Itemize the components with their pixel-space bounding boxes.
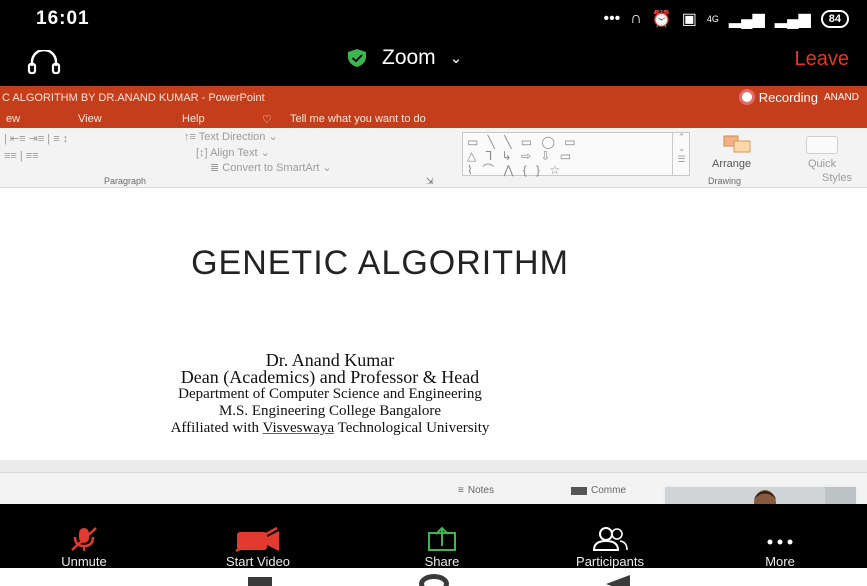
chevron-down-icon: ⌄ [449, 50, 463, 67]
leave-button[interactable]: Leave [795, 48, 850, 71]
signal-icon: ▂▄▆ [728, 11, 765, 28]
menu-review-partial[interactable]: ew [6, 113, 20, 125]
powerpoint-ribbon: | ⇤≡ ⇥≡ | ≡ ↕ ≡≡ | ≡≡ ↑≡ Text Direction … [0, 128, 867, 188]
status-time: 16:01 [36, 8, 90, 29]
author-position: Dean (Academics) and Professor & Head [180, 367, 480, 387]
notes-label: Notes [467, 485, 494, 496]
affiliation-prefix: Affiliated with [170, 420, 263, 436]
author-department: Department of Computer Science and Engin… [178, 386, 482, 402]
menu-help[interactable]: Help [182, 113, 205, 125]
shapes-gallery[interactable]: ▭ ╲ ╲ ▭ ◯ ▭ △ ⅂ ↳ ⇨ ⇩ ▭ ⌇ ⌒ ⋀ { } ☆ [462, 132, 690, 177]
shapes-row: ▭ ╲ ╲ ▭ ◯ ▭ [467, 135, 579, 149]
start-video-button[interactable]: Start Video [198, 526, 318, 569]
android-navigation-bar [0, 568, 867, 586]
author-college: M.S. Engineering College Bangalore [218, 403, 442, 419]
tell-me-search[interactable]: Tell me what you want to do [290, 113, 426, 125]
align-text-label: Align Text [210, 147, 258, 159]
recording-label: Recording [758, 89, 818, 105]
meeting-title-label: Zoom [382, 46, 436, 69]
participants-label: Participants [576, 554, 644, 569]
drawing-group-label: Drawing [708, 176, 742, 186]
headset-icon[interactable] [26, 50, 62, 76]
arrange-button[interactable]: Arrange [712, 158, 751, 170]
align-text-button[interactable]: [↕] Align Text ⌄ [196, 146, 270, 159]
recording-indicator: Recording ANAND [738, 89, 859, 105]
share-button[interactable]: Share [382, 526, 502, 569]
indent-icons[interactable]: | ⇤≡ ⇥≡ | ≡ ↕ [4, 132, 68, 145]
share-icon [428, 526, 456, 551]
volte-icon: ▣ [681, 11, 697, 28]
comments-button[interactable]: Comme [571, 485, 626, 496]
paragraph-group-label: Paragraph [104, 176, 147, 186]
comments-label: Comme [591, 485, 627, 496]
more-label: More [765, 554, 795, 569]
home-icon[interactable] [419, 574, 449, 586]
window-title: C ALGORITHM BY DR.ANAND KUMAR - PowerPoi… [2, 92, 265, 104]
text-direction-button[interactable]: ↑≡ Text Direction ⌄ [184, 130, 278, 143]
shield-icon [348, 49, 366, 67]
comment-icon [571, 486, 587, 495]
meeting-toolbar: Unmute Start Video Share Participants Mo… [0, 504, 867, 569]
status-icons: ••• ∩ ⏰ ▣ 4G ▂▄▆ ▂▄▆ 84 [603, 9, 849, 29]
participants-icon [592, 527, 628, 551]
convert-smartart-label: Convert to SmartArt [222, 162, 320, 174]
align-text-icon: [↕] [196, 147, 211, 159]
lightbulb-icon: ♡ [262, 114, 272, 126]
notes-button[interactable]: ≡ Notes [458, 485, 494, 496]
shapes-row: △ ⅂ ↳ ⇨ ⇩ ▭ [467, 149, 575, 163]
video-off-icon [235, 526, 279, 552]
participants-button[interactable]: Participants [550, 526, 670, 569]
slide-author-block: Dr. Anand Kumar Dean (Academics) and Pro… [0, 351, 660, 437]
recording-icon [738, 89, 755, 105]
back-icon[interactable] [606, 575, 630, 586]
more-icon[interactable]: ☰ [673, 154, 690, 165]
network-type-tag: 4G [706, 13, 719, 24]
slide-title: GENETIC ALGORITHM [191, 244, 569, 282]
status-bar: 16:01 ••• ∩ ⏰ ▣ 4G ▂▄▆ ▂▄▆ 84 [0, 0, 867, 36]
affiliation-suffix: Technological University [334, 420, 490, 436]
slide[interactable]: GENETIC ALGORITHM Dr. Anand Kumar Dean (… [0, 188, 867, 460]
notes-icon: ≡ [458, 485, 464, 496]
zoom-header: Zoom ⌄ Leave [0, 36, 867, 86]
headset-icon: ∩ [630, 10, 642, 27]
chevron-down-icon[interactable]: ⌄ [673, 143, 690, 154]
alarm-icon: ⏰ [651, 11, 672, 28]
battery-icon: 84 [820, 10, 849, 28]
share-label: Share [424, 554, 460, 569]
meeting-title[interactable]: Zoom ⌄ [346, 46, 462, 70]
more-icon [767, 539, 793, 545]
powerpoint-window: C ALGORITHM BY DR.ANAND KUMAR - PowerPoi… [0, 86, 867, 504]
user-name: ANAND [823, 91, 859, 103]
unmute-label: Unmute [61, 554, 107, 569]
slide-pane-border [0, 460, 867, 472]
chevron-up-icon[interactable]: ⌃ [673, 132, 690, 143]
signal-icon: ▂▄▆ [774, 11, 811, 28]
convert-smartart-button[interactable]: ≣ Convert to SmartArt ⌄ [210, 161, 332, 174]
text-direction-icon: ↑≡ [184, 131, 199, 143]
menu-view[interactable]: View [78, 113, 102, 125]
shapes-row: ⌇ ⌒ ⋀ { } ☆ [467, 163, 564, 177]
author-affiliation: Affiliated with Visveswaya Technological… [0, 420, 660, 437]
dots-icon: ••• [603, 10, 621, 27]
start-video-label: Start Video [225, 554, 291, 569]
more-button[interactable]: More [720, 526, 840, 569]
gallery-scroll-buttons[interactable]: ⌃ ⌄ ☰ [672, 132, 690, 176]
text-direction-label: Text Direction [198, 131, 266, 143]
affiliation-university-name: Visveswaya [262, 420, 335, 436]
dialog-launcher-icon[interactable]: ⇲ [426, 176, 434, 187]
recents-icon[interactable] [248, 577, 272, 586]
align-icons[interactable]: ≡≡ | ≡≡ [4, 150, 39, 162]
powerpoint-menu: ew View Help ♡ Tell me what you want to … [0, 110, 867, 128]
microphone-muted-icon [71, 527, 97, 551]
quick-styles-icon[interactable] [806, 136, 838, 154]
arrange-icon[interactable] [722, 134, 756, 154]
powerpoint-titlebar: C ALGORITHM BY DR.ANAND KUMAR - PowerPoi… [0, 86, 867, 110]
quick-styles-label-2[interactable]: Styles [822, 172, 852, 184]
smartart-icon: ≣ [210, 162, 223, 174]
unmute-button[interactable]: Unmute [24, 526, 144, 569]
quick-styles-label-1[interactable]: Quick [808, 158, 836, 170]
